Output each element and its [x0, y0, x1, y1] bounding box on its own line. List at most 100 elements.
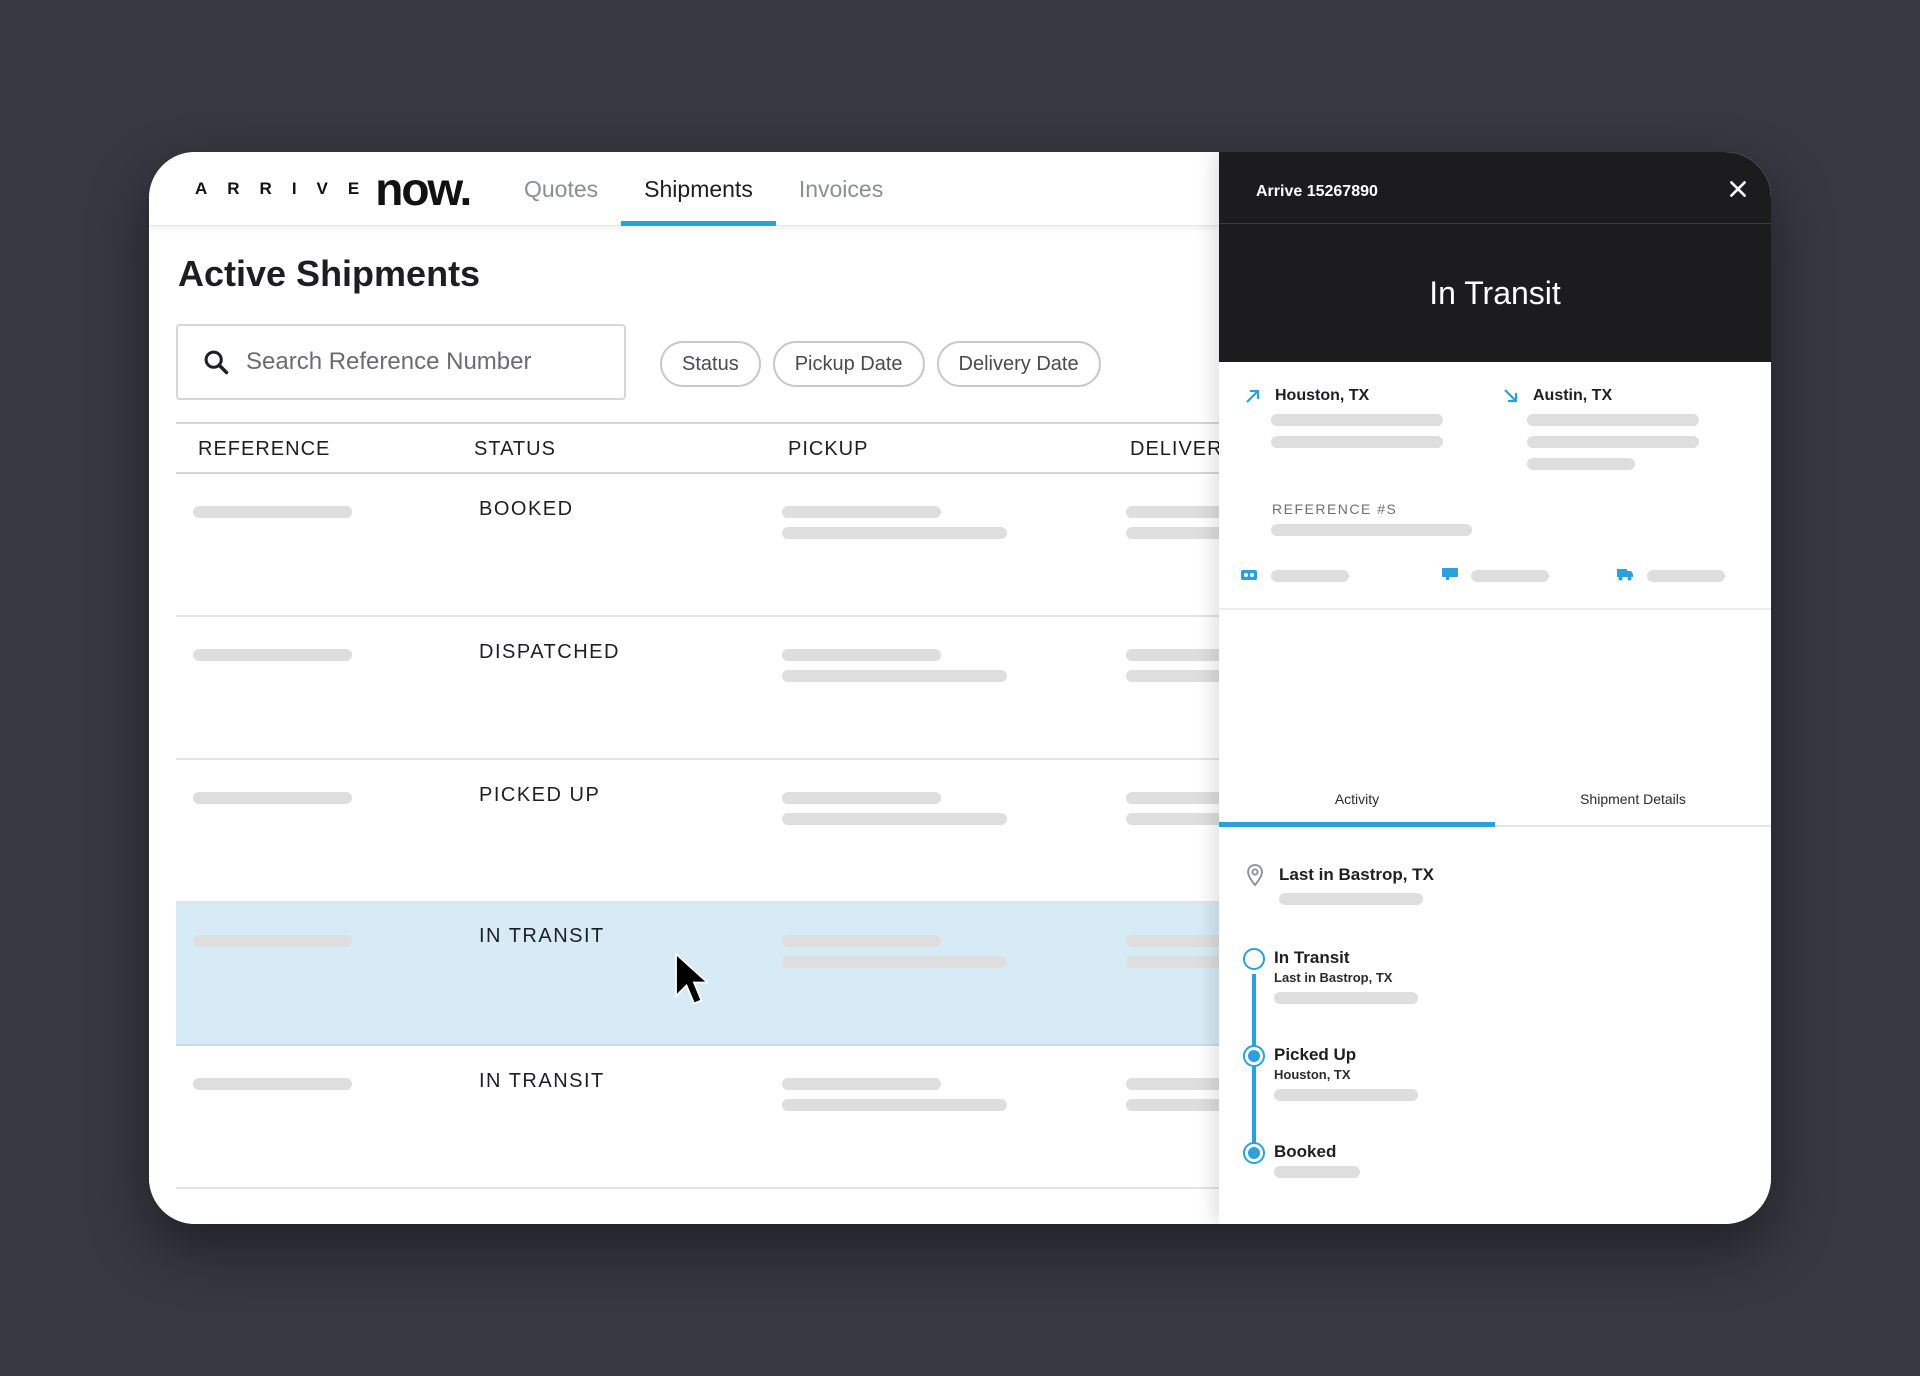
- nav-tab-invoices[interactable]: Invoices: [776, 152, 906, 226]
- timeline-dot-current: [1243, 948, 1265, 970]
- destination-placeholder: [1527, 436, 1699, 448]
- column-header-pickup[interactable]: PICKUP: [788, 438, 868, 461]
- delivery-placeholder: [1126, 649, 1226, 661]
- delivery-placeholder: [1126, 670, 1226, 682]
- pickup-placeholder: [782, 1099, 1007, 1111]
- status-cell: BOOKED: [479, 498, 574, 520]
- table-row[interactable]: PICKED UP: [176, 760, 1226, 903]
- pickup-placeholder: [782, 506, 941, 518]
- pickup-placeholder: [782, 649, 941, 661]
- filter-status-button[interactable]: Status: [660, 341, 761, 387]
- panel-tabs: Activity Shipment Details: [1219, 773, 1771, 827]
- trailer-icon: [1442, 568, 1458, 580]
- column-header-status[interactable]: STATUS: [474, 438, 556, 461]
- search-icon: [204, 350, 229, 375]
- ticket-icon: [1241, 570, 1257, 580]
- truck-icon: [1617, 569, 1633, 581]
- reference-placeholder: [1271, 524, 1472, 536]
- delivery-placeholder: [1126, 792, 1226, 804]
- shipments-table: REFERENCE STATUS PICKUP DELIVERY BOOKED …: [176, 422, 1236, 1189]
- timeline-dot-complete: [1243, 1045, 1265, 1067]
- timeline-title: In Transit: [1274, 948, 1350, 967]
- reference-numbers-label: REFERENCE #S: [1272, 501, 1398, 517]
- delivery-placeholder: [1126, 935, 1226, 947]
- search-box[interactable]: [176, 324, 626, 400]
- detail-placeholder: [1471, 570, 1549, 582]
- arrive-now-logo[interactable]: ARRIVE now.: [195, 163, 472, 215]
- map-pin-icon: [1247, 864, 1263, 887]
- destination-city: Austin, TX: [1533, 387, 1613, 404]
- timeline-title: Booked: [1274, 1142, 1337, 1161]
- top-navigation-bar: ARRIVE now. Quotes Shipments Invoices: [149, 152, 1219, 226]
- timeline-placeholder: [1274, 1166, 1360, 1178]
- pickup-placeholder: [782, 813, 1007, 825]
- timeline-subtitle: Houston, TX: [1274, 1067, 1351, 1082]
- destination-placeholder: [1527, 458, 1635, 470]
- pickup-placeholder: [782, 670, 1007, 682]
- reference-placeholder: [193, 935, 352, 947]
- origin-placeholder: [1271, 436, 1443, 448]
- pickup-placeholder: [782, 792, 941, 804]
- status-cell: PICKED UP: [479, 784, 601, 806]
- origin-city: Houston, TX: [1275, 387, 1370, 404]
- reference-placeholder: [193, 506, 352, 518]
- detail-placeholder: [1647, 570, 1725, 582]
- origin-placeholder: [1271, 414, 1443, 426]
- table-header: REFERENCE STATUS PICKUP DELIVERY: [176, 422, 1236, 474]
- last-location: Last in Bastrop, TX: [1245, 863, 1434, 887]
- pickup-placeholder: [782, 1078, 941, 1090]
- detail-placeholder: [1271, 570, 1349, 582]
- reference-placeholder: [193, 649, 352, 661]
- destination-placeholder: [1527, 414, 1699, 426]
- delivery-placeholder: [1126, 956, 1226, 968]
- timeline-dot-complete: [1243, 1142, 1265, 1164]
- status-cell: IN TRANSIT: [479, 925, 605, 947]
- pickup-placeholder: [782, 527, 1007, 539]
- reference-placeholder: [193, 792, 352, 804]
- tab-activity[interactable]: Activity: [1219, 773, 1495, 827]
- last-location-placeholder: [1279, 893, 1423, 905]
- shipment-detail-panel: Arrive 15267890 In Transit Houston, TX A…: [1219, 152, 1771, 1224]
- delivery-placeholder: [1126, 813, 1226, 825]
- table-row[interactable]: DISPATCHED: [176, 617, 1226, 760]
- close-icon[interactable]: [1727, 178, 1749, 200]
- app-window: ARRIVE now. Quotes Shipments Invoices Ac…: [149, 152, 1771, 1224]
- table-row[interactable]: IN TRANSIT: [176, 1046, 1226, 1189]
- delivery-placeholder: [1126, 1099, 1226, 1111]
- delivery-placeholder: [1126, 527, 1226, 539]
- panel-status-title: In Transit: [1219, 224, 1771, 362]
- pickup-placeholder: [782, 935, 941, 947]
- nav-tab-quotes[interactable]: Quotes: [501, 152, 621, 226]
- shipments-app: ARRIVE now. Quotes Shipments Invoices Ac…: [149, 152, 1236, 1224]
- filter-chips: Status Pickup Date Delivery Date: [660, 341, 1101, 387]
- arrow-down-right-icon: [1504, 389, 1518, 403]
- status-cell: IN TRANSIT: [479, 1070, 605, 1092]
- filter-pickup-date-button[interactable]: Pickup Date: [772, 341, 925, 387]
- origin-location: Houston, TX: [1243, 386, 1369, 406]
- column-header-reference[interactable]: REFERENCE: [198, 438, 330, 461]
- destination-location: Austin, TX: [1501, 386, 1612, 406]
- timeline-title: Picked Up: [1274, 1045, 1357, 1064]
- timeline-placeholder: [1274, 1089, 1418, 1101]
- arrow-up-right-icon: [1246, 389, 1260, 403]
- logo-arrive-text: ARRIVE: [195, 179, 380, 198]
- status-cell: DISPATCHED: [479, 641, 620, 663]
- filter-delivery-date-button[interactable]: Delivery Date: [936, 341, 1101, 387]
- timeline-placeholder: [1274, 992, 1418, 1004]
- page-title: Active Shipments: [178, 253, 481, 294]
- reference-placeholder: [193, 1078, 352, 1090]
- timeline-subtitle: Last in Bastrop, TX: [1274, 970, 1393, 985]
- main-nav: Quotes Shipments Invoices: [501, 152, 906, 226]
- panel-header: Arrive 15267890: [1219, 152, 1771, 224]
- panel-reference-number: Arrive 15267890: [1256, 183, 1378, 200]
- logo-now-text: now.: [375, 163, 472, 215]
- search-input[interactable]: [246, 348, 606, 376]
- delivery-placeholder: [1126, 1078, 1226, 1090]
- mouse-cursor-icon: [675, 952, 709, 1005]
- tab-shipment-details[interactable]: Shipment Details: [1495, 773, 1771, 825]
- delivery-placeholder: [1126, 506, 1226, 518]
- nav-tab-shipments[interactable]: Shipments: [621, 152, 776, 226]
- table-row[interactable]: BOOKED: [176, 474, 1226, 617]
- section-divider: [1219, 608, 1771, 610]
- last-location-text: Last in Bastrop, TX: [1279, 865, 1434, 884]
